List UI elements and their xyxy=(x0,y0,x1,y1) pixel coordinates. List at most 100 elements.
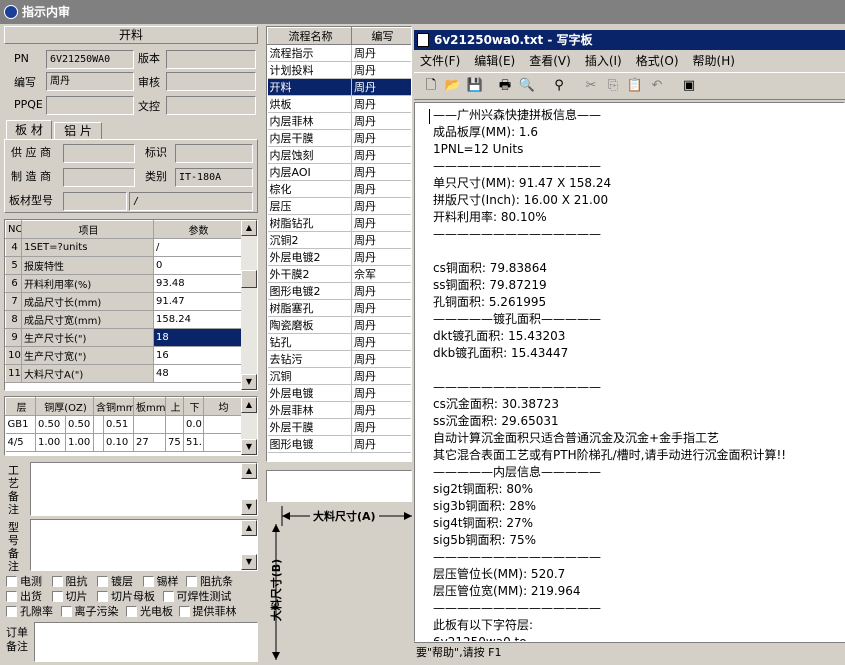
table-row[interactable]: 5 报废特性 0 xyxy=(5,256,242,275)
save-icon[interactable]: 💾 xyxy=(464,75,486,96)
row-value[interactable]: 48 xyxy=(153,364,242,383)
table-row[interactable]: GB1 0.50 0.50 0.51 0.0 xyxy=(5,415,243,434)
param-scrollbar[interactable]: ▲ ▼ xyxy=(241,220,257,390)
row-value[interactable]: 18 xyxy=(153,328,242,347)
process-row[interactable]: 内层AOI 周丹 xyxy=(267,163,411,181)
cut-icon[interactable]: ✂ xyxy=(580,75,602,96)
wordpad-document[interactable]: ——广州兴森快捷拼板信息—— 成品板厚(MM): 1.6 1PNL=12 Units… xyxy=(414,102,845,642)
process-row[interactable]: 外层电镀 周丹 xyxy=(267,384,411,402)
mark-field[interactable] xyxy=(175,144,253,163)
scroll-up-icon[interactable]: ▲ xyxy=(241,397,257,413)
checkbox-provide-film[interactable]: 提供菲林 xyxy=(178,605,237,618)
checkbox-slice-master[interactable]: 切片母板 xyxy=(97,590,155,603)
order-note-field[interactable] xyxy=(34,622,258,662)
cell[interactable]: 0.50 xyxy=(35,415,66,434)
process-row[interactable]: 棕化 周丹 xyxy=(267,180,411,198)
process-row[interactable]: 内层菲林 周丹 xyxy=(267,112,411,130)
checkbox-impedance[interactable]: 阻抗 xyxy=(51,575,88,588)
table-row[interactable]: 6 开料利用率(%) 93.48 xyxy=(5,274,242,293)
pn-field[interactable]: 6V21250WA0 xyxy=(46,50,134,69)
process-row[interactable]: 树脂塞孔 周丹 xyxy=(267,299,411,317)
doc-control-field[interactable] xyxy=(166,96,256,115)
process-row[interactable]: 计划投料 周丹 xyxy=(267,61,411,79)
writer-field[interactable]: 周丹 xyxy=(46,72,134,91)
cell[interactable] xyxy=(133,415,167,434)
process-row[interactable]: 图形电镀2 周丹 xyxy=(267,282,411,300)
process-row[interactable]: 外层电镀2 周丹 xyxy=(267,248,411,266)
checkbox-porosity[interactable]: 孔隙率 xyxy=(6,605,53,618)
print-preview-icon[interactable]: 🔍 xyxy=(516,75,538,96)
row-value[interactable]: 158.24 xyxy=(153,310,242,329)
insert-object-icon[interactable]: ▣ xyxy=(678,75,700,96)
supplier-field[interactable] xyxy=(63,144,135,163)
menu-view[interactable]: 查看(V) xyxy=(529,54,571,68)
process-row-selected[interactable]: 开料 周丹 xyxy=(267,78,411,96)
table-row[interactable]: 10 生产尺寸宽(") 16 xyxy=(5,346,242,365)
table-row[interactable]: 8 成品尺寸宽(mm) 158.24 xyxy=(5,310,242,329)
row-value[interactable]: 0 xyxy=(153,256,242,275)
cell[interactable] xyxy=(93,415,104,434)
cell[interactable]: 1.00 xyxy=(65,433,94,452)
new-icon[interactable]: 🗋 xyxy=(420,75,442,96)
find-icon[interactable]: ⚲ xyxy=(548,75,570,96)
table-row[interactable]: 7 成品尺寸长(mm) 91.47 xyxy=(5,292,242,311)
process-row[interactable]: 图形电镀 周丹 xyxy=(267,435,411,453)
cell[interactable]: 51. xyxy=(183,433,205,452)
model-field-2[interactable]: / xyxy=(129,192,253,211)
scroll-down-icon[interactable]: ▼ xyxy=(241,499,257,515)
cell[interactable]: GB1 xyxy=(5,415,36,434)
process-header-writer[interactable]: 编写 xyxy=(351,27,411,45)
process-row[interactable]: 内层干膜 周丹 xyxy=(267,129,411,147)
model-field[interactable] xyxy=(63,192,127,211)
process-note-field[interactable]: ▲ ▼ xyxy=(30,462,258,516)
checkbox-ion-contamination[interactable]: 离子污染 xyxy=(60,605,119,618)
tab-aluminum[interactable]: 铝 片 xyxy=(54,122,102,140)
open-icon[interactable]: 📂 xyxy=(442,75,464,96)
row-value[interactable]: 93.48 xyxy=(153,274,242,293)
undo-icon[interactable]: ↶ xyxy=(646,75,668,96)
cell[interactable]: 1.00 xyxy=(35,433,66,452)
process-row[interactable]: 钻孔 周丹 xyxy=(267,333,411,351)
checkbox-tin-sample[interactable]: 锡样 xyxy=(142,575,179,588)
process-input[interactable] xyxy=(266,470,412,502)
cell[interactable]: 0.10 xyxy=(103,433,135,452)
paste-icon[interactable]: 📋 xyxy=(624,75,646,96)
row-value[interactable]: 91.47 xyxy=(153,292,242,311)
scroll-down-icon[interactable]: ▼ xyxy=(241,439,257,455)
scroll-down-icon[interactable]: ▼ xyxy=(241,374,257,390)
table-row-selected[interactable]: 9 生产尺寸长(") 18 xyxy=(5,328,242,347)
scroll-up-icon[interactable]: ▲ xyxy=(241,520,257,536)
cell[interactable]: 4/5 xyxy=(5,433,36,452)
cell[interactable]: 0.51 xyxy=(103,415,135,434)
process-row[interactable]: 内层蚀刻 周丹 xyxy=(267,146,411,164)
scroll-up-icon[interactable]: ▲ xyxy=(241,463,257,479)
process-row[interactable]: 外层菲林 周丹 xyxy=(267,401,411,419)
layer-scrollbar[interactable]: ▲ ▼ xyxy=(241,397,257,455)
checkbox-impedance-strip[interactable]: 阻抗条 xyxy=(186,575,233,588)
process-row[interactable]: 去钻污 周丹 xyxy=(267,350,411,368)
model-note-field[interactable]: ▲ ▼ xyxy=(30,519,258,571)
menu-insert[interactable]: 插入(I) xyxy=(585,54,622,68)
tab-board-material[interactable]: 板 材 xyxy=(6,120,52,140)
menu-format[interactable]: 格式(O) xyxy=(636,54,679,68)
checkbox-photoelectric[interactable]: 光电板 xyxy=(126,605,173,618)
checkbox-slice[interactable]: 切片 xyxy=(51,590,88,603)
scroll-up-icon[interactable]: ▲ xyxy=(241,220,257,236)
process-row[interactable]: 沉铜2 周丹 xyxy=(267,231,411,249)
scroll-down-icon[interactable]: ▼ xyxy=(241,554,257,570)
cell[interactable]: 0.0 xyxy=(183,415,205,434)
version-field[interactable] xyxy=(166,50,256,69)
cell[interactable]: 27 xyxy=(133,433,167,452)
category-field[interactable]: IT-180A xyxy=(175,168,253,187)
table-row[interactable]: 4 1SET=?units / xyxy=(5,238,242,257)
process-row[interactable]: 外干膜2 佘军 xyxy=(267,265,411,283)
row-value[interactable]: 16 xyxy=(153,346,242,365)
checkbox-electrical-test[interactable]: 电测 xyxy=(6,575,42,588)
cell[interactable] xyxy=(165,415,185,434)
checkbox-plating[interactable]: 镀层 xyxy=(97,575,133,588)
process-row[interactable]: 层压 周丹 xyxy=(267,197,411,215)
process-row[interactable]: 外层干膜 周丹 xyxy=(267,418,411,436)
process-row[interactable]: 陶瓷磨板 周丹 xyxy=(267,316,411,334)
process-header-name[interactable]: 流程名称 xyxy=(267,27,352,45)
reviewer-field[interactable] xyxy=(166,72,256,91)
